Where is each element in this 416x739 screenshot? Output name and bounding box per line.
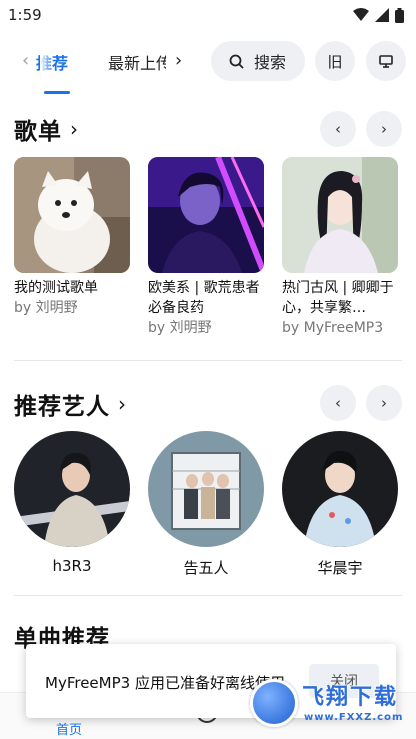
display-button[interactable] xyxy=(366,41,406,81)
playlist-cover-guofeng xyxy=(282,157,398,273)
playlist-author: by 刘明野 xyxy=(148,320,212,336)
playlist-name: 我的测试歌单 xyxy=(14,280,98,296)
playlist-name: 欧美系 | 歌荒患者必备良药 xyxy=(148,280,260,316)
section-divider xyxy=(14,360,402,361)
playlists-prev-button[interactable]: ‹ xyxy=(320,111,356,147)
chevron-right-icon: › xyxy=(70,117,79,141)
chevron-right-icon: › xyxy=(381,394,387,412)
artist-photo xyxy=(14,431,130,547)
wifi-icon xyxy=(353,8,369,21)
playlist-card[interactable]: 热门古风 | 卿卿于心，共享繁… by MyFreeMP3 xyxy=(282,157,398,338)
battery-icon xyxy=(395,7,404,23)
tab-latest-upload[interactable]: 最新上传 xyxy=(108,50,166,74)
active-tab-indicator xyxy=(44,91,70,94)
monitor-icon xyxy=(379,54,393,68)
history-button[interactable]: 旧 xyxy=(315,41,355,81)
bottom-nav-home[interactable]: 首页 xyxy=(56,719,82,738)
artist-item[interactable]: 告五人 xyxy=(148,431,264,578)
chevron-left-icon: ‹ xyxy=(335,394,341,412)
chevron-right-icon: › xyxy=(118,392,127,416)
tabs-scroll-left-button[interactable]: ‹ xyxy=(22,50,29,71)
playlist-card[interactable]: 欧美系 | 歌荒患者必备良药 by 刘明野 xyxy=(148,157,264,338)
status-bar: 1:59 xyxy=(0,0,416,30)
chevron-right-icon: › xyxy=(381,120,387,138)
artists-next-button[interactable]: › xyxy=(366,385,402,421)
artists-title: 推荐艺人 xyxy=(14,394,110,420)
tab-fade xyxy=(40,46,54,76)
status-icons xyxy=(353,7,404,23)
signal-icon xyxy=(375,8,389,22)
history-label: 旧 xyxy=(327,52,343,71)
playlists-section-title[interactable]: 歌单 › xyxy=(14,112,79,146)
toast-message: MyFreeMP3 应用已准备好离线使用 xyxy=(45,674,285,692)
top-nav: ‹ 推荐 最新上传 › 搜索 旧 xyxy=(0,38,416,94)
playlists-next-button[interactable]: › xyxy=(366,111,402,147)
section-divider xyxy=(14,595,402,596)
watermark-text: 飞翔下载 xyxy=(302,685,399,710)
chevron-left-icon: ‹ xyxy=(335,120,341,138)
search-button[interactable]: 搜索 xyxy=(211,41,305,81)
search-label: 搜索 xyxy=(254,53,287,72)
playlist-author: by MyFreeMP3 xyxy=(282,320,384,336)
playlist-name: 热门古风 | 卿卿于心，共享繁… xyxy=(282,280,394,316)
artist-photo xyxy=(148,431,264,547)
artist-name: 告五人 xyxy=(183,559,229,577)
watermark-logo-icon xyxy=(250,679,298,727)
artist-name: h3R3 xyxy=(52,557,92,575)
playlists-title: 歌单 xyxy=(14,119,62,145)
search-icon xyxy=(229,54,244,69)
artist-photo xyxy=(282,431,398,547)
site-watermark: 飞翔下载 www.FXXZ.com xyxy=(250,675,410,733)
status-time: 1:59 xyxy=(8,6,42,24)
artist-item[interactable]: h3R3 xyxy=(14,431,130,575)
playlist-cover-samoyed xyxy=(14,157,130,273)
watermark-url: www.FXXZ.com xyxy=(304,712,404,723)
tabs-scroll-right-button[interactable]: › xyxy=(175,50,182,71)
artist-name: 华晨宇 xyxy=(317,559,363,577)
artists-section-title[interactable]: 推荐艺人 › xyxy=(14,387,127,421)
playlist-card[interactable]: 我的测试歌单 by 刘明野 xyxy=(14,157,130,318)
artist-item[interactable]: 华晨宇 xyxy=(282,431,398,578)
artists-prev-button[interactable]: ‹ xyxy=(320,385,356,421)
playlist-author: by 刘明野 xyxy=(14,300,78,316)
playlist-cover-neon xyxy=(148,157,264,273)
